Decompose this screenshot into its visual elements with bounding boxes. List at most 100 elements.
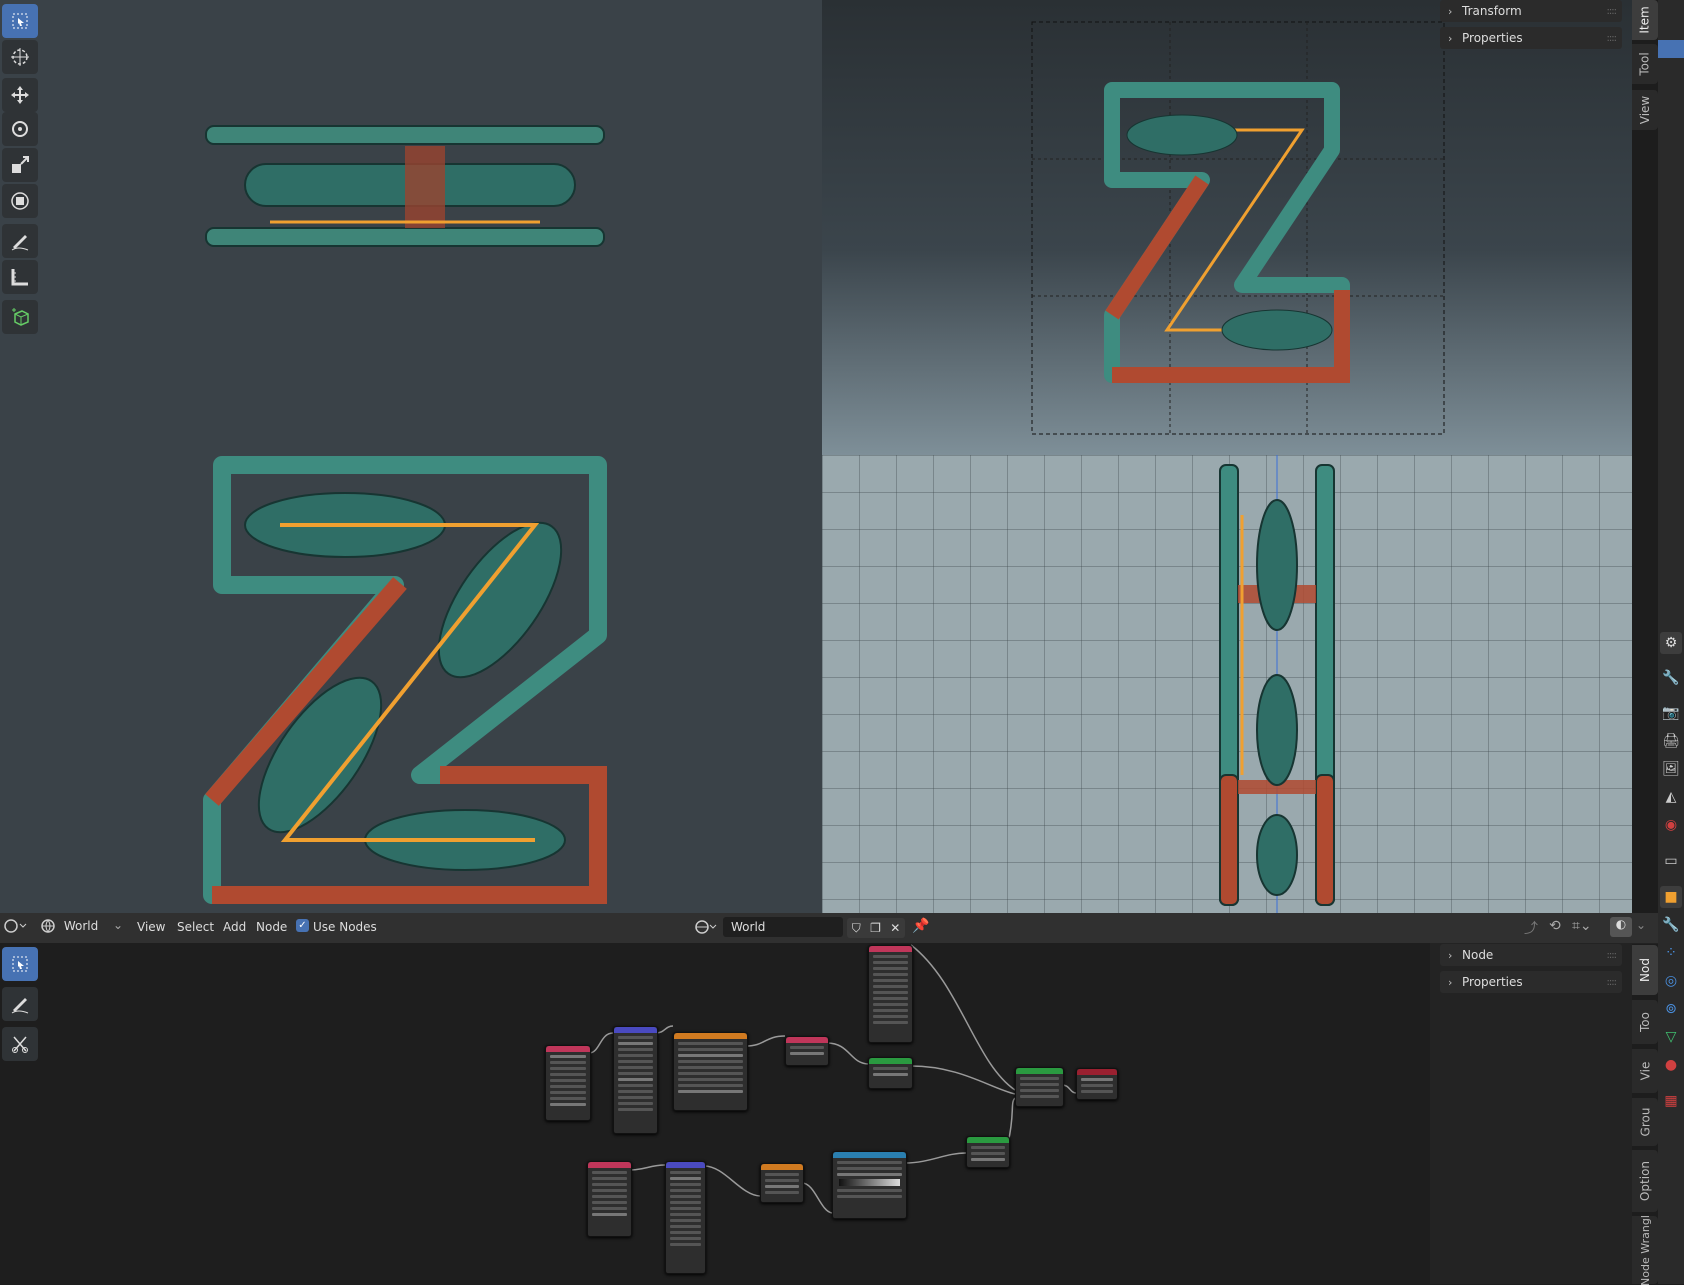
panel-transform[interactable]: › Transform :::: <box>1440 0 1622 22</box>
output-icon[interactable]: 🖨 <box>1660 730 1682 752</box>
viewport-top-left[interactable] <box>0 0 822 455</box>
view-layer-icon[interactable]: 🖼 <box>1660 758 1682 780</box>
tab-view[interactable]: View <box>1632 90 1658 130</box>
overlays-icon[interactable]: ◐ <box>1610 917 1632 937</box>
use-nodes-label: Use Nodes <box>313 920 377 934</box>
editor-type-icon[interactable] <box>4 918 28 937</box>
annotate-icon[interactable] <box>2 987 38 1021</box>
add-cube-icon[interactable] <box>2 300 38 334</box>
z-model-front-view <box>203 456 607 904</box>
drag-grip-icon[interactable]: :::: <box>1607 33 1618 44</box>
texture-icon[interactable]: ▦ <box>1660 1090 1682 1112</box>
cut-links-icon[interactable] <box>2 1027 38 1061</box>
outliner-selected-row[interactable] <box>1658 40 1684 58</box>
chevron-right-icon: › <box>1448 948 1453 962</box>
menu-select[interactable]: Select <box>177 920 214 934</box>
close-icon[interactable]: ✕ <box>890 921 900 935</box>
tab-node[interactable]: Nod <box>1632 945 1658 995</box>
viewport-side[interactable] <box>822 455 1632 913</box>
node-gradient-texture[interactable] <box>760 1163 804 1203</box>
node-texture-coordinate-2[interactable] <box>587 1161 632 1237</box>
node-world-output[interactable] <box>1076 1068 1118 1100</box>
z-model-side-view <box>1219 455 1335 913</box>
snap-icon[interactable]: ⟲ <box>1549 918 1561 934</box>
panel-label: Node <box>1462 948 1494 962</box>
select-box-icon[interactable] <box>2 947 38 981</box>
viewport-camera[interactable] <box>822 0 1632 455</box>
drag-grip-icon[interactable]: :::: <box>1607 6 1618 17</box>
menu-view[interactable]: View <box>137 920 165 934</box>
shader-type-label: World <box>63 918 99 933</box>
cursor-icon[interactable] <box>2 40 38 74</box>
tool-settings-icon[interactable]: 🔧 <box>1660 667 1682 689</box>
node-background-2[interactable] <box>966 1136 1010 1168</box>
tab-node-wrangler[interactable]: Node Wrangl <box>1632 1215 1658 1285</box>
world-actions: ⛉ ❐ ✕ <box>847 918 905 938</box>
tab-tool-node[interactable]: Too <box>1632 1000 1658 1044</box>
viewport-front[interactable] <box>0 455 822 913</box>
panel-node-properties[interactable]: › Properties :::: <box>1440 971 1622 993</box>
node-editor-sidebar <box>1430 943 1632 1284</box>
node-background-1[interactable] <box>868 1057 913 1089</box>
menu-add[interactable]: Add <box>223 920 246 934</box>
scene-icon[interactable]: ◭ <box>1660 786 1682 808</box>
panel-properties[interactable]: › Properties :::: <box>1440 27 1622 49</box>
tab-group[interactable]: Grou <box>1632 1098 1658 1146</box>
use-nodes-checkbox[interactable]: ✓ <box>296 919 309 932</box>
constraints-icon[interactable]: ⊚ <box>1660 998 1682 1020</box>
world-icon[interactable]: ◉ <box>1660 814 1682 836</box>
z-model-top-view <box>205 125 605 247</box>
panel-label: Properties <box>1462 31 1523 45</box>
node-light-path[interactable] <box>868 945 913 1043</box>
modifier-icon[interactable]: 🔧 <box>1660 914 1682 936</box>
tab-view-node[interactable]: Vie <box>1632 1049 1658 1093</box>
tab-options[interactable]: Option <box>1632 1150 1658 1212</box>
node-color-ramp[interactable] <box>832 1151 907 1219</box>
physics-icon[interactable]: ◎ <box>1660 970 1682 992</box>
chevron-right-icon: › <box>1448 31 1453 45</box>
node-mix[interactable] <box>785 1036 829 1066</box>
panel-label: Transform <box>1462 4 1522 18</box>
tab-item[interactable]: Item <box>1632 0 1658 40</box>
chevron-down-icon: ⌄ <box>113 918 124 932</box>
duplicate-icon[interactable]: ❐ <box>870 921 881 935</box>
fake-user-shield-icon[interactable]: ⛉ <box>852 921 861 936</box>
node-mapping-2[interactable] <box>665 1161 706 1274</box>
render-icon[interactable]: 📷 <box>1660 702 1682 724</box>
measure-icon[interactable] <box>2 260 38 294</box>
transform-icon[interactable] <box>2 184 38 218</box>
object-icon[interactable]: ■ <box>1660 886 1682 908</box>
z-model-camera-view <box>1031 21 1445 435</box>
toggle-icon[interactable]: ⚙ <box>1660 632 1682 654</box>
world-name-field[interactable]: World <box>723 917 843 937</box>
node-mix-shader[interactable] <box>1015 1067 1064 1107</box>
node-environment-texture[interactable] <box>673 1032 748 1111</box>
world-browse-icon[interactable] <box>694 919 718 938</box>
data-icon[interactable]: ▽ <box>1660 1026 1682 1048</box>
panel-label: Properties <box>1462 975 1523 989</box>
pin-icon[interactable]: 📌 <box>912 918 929 934</box>
move-icon[interactable] <box>2 78 38 112</box>
material-icon[interactable]: ● <box>1660 1054 1682 1076</box>
drag-grip-icon[interactable]: :::: <box>1607 950 1618 961</box>
annotate-icon[interactable] <box>2 224 38 258</box>
chevron-right-icon: › <box>1448 4 1453 18</box>
panel-node[interactable]: › Node :::: <box>1440 944 1622 966</box>
chevron-right-icon: › <box>1448 975 1453 989</box>
world-icon <box>41 919 55 933</box>
tab-tool[interactable]: Tool <box>1632 44 1658 84</box>
collection-icon[interactable]: ▭ <box>1660 850 1682 872</box>
node-mapping[interactable] <box>613 1026 658 1134</box>
particles-icon[interactable]: ⁘ <box>1660 942 1682 964</box>
node-texture-coordinate[interactable] <box>545 1045 591 1121</box>
menu-node[interactable]: Node <box>256 920 287 934</box>
shader-type-select[interactable]: World ⌄ <box>40 918 124 938</box>
overlays-dropdown-icon[interactable]: ⌄ <box>1636 918 1646 932</box>
scale-icon[interactable] <box>2 148 38 182</box>
rotate-icon[interactable] <box>2 112 38 146</box>
select-box-icon[interactable] <box>2 4 38 38</box>
node-canvas[interactable] <box>0 943 1430 1284</box>
snap-mode-icon[interactable]: ⌗⌄ <box>1572 918 1592 934</box>
drag-grip-icon[interactable]: :::: <box>1607 977 1618 988</box>
parent-node-tree-icon[interactable]: ⤴ <box>1524 918 1538 938</box>
